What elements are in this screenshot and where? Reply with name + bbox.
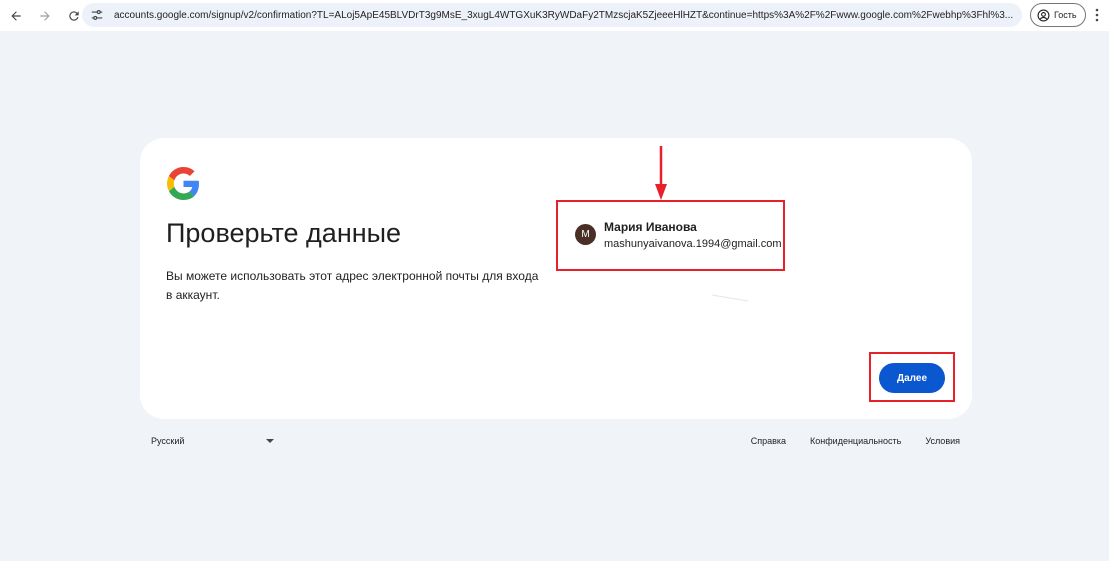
privacy-link[interactable]: Конфиденциальность (810, 436, 901, 446)
footer-links: Справка Конфиденциальность Условия (751, 436, 960, 446)
account-circle-icon (1037, 9, 1050, 21)
page-title: Проверьте данные (166, 218, 402, 248)
decorative-divider (711, 294, 749, 302)
site-settings-icon[interactable] (90, 8, 104, 22)
browser-toolbar: accounts.google.com/signup/v2/confirmati… (0, 0, 1109, 31)
google-logo-icon (167, 167, 199, 200)
page-description: Вы можете использовать этот адрес электр… (166, 269, 539, 302)
account-name: Мария Иванова (604, 220, 697, 234)
url-text: accounts.google.com/signup/v2/confirmati… (114, 9, 1014, 21)
terms-link[interactable]: Условия (925, 436, 960, 446)
guest-profile-button[interactable]: Гость (1030, 3, 1086, 27)
language-label: Русский (151, 436, 185, 446)
footer: Русский Справка Конфиденциальность Услов… (140, 432, 972, 452)
reload-icon (69, 10, 79, 21)
language-select[interactable]: Русский (151, 436, 274, 446)
arrow-right-icon (40, 10, 50, 21)
next-button[interactable]: Далее (879, 363, 945, 393)
more-vert-icon[interactable] (1094, 8, 1100, 22)
avatar: М (575, 224, 596, 245)
account-email: mashunyaivanova.1994@gmail.com (604, 238, 782, 250)
confirmation-card: Проверьте данные Вы можете использовать … (140, 138, 972, 419)
arrow-left-icon (11, 10, 21, 21)
forward-button[interactable] (32, 3, 58, 29)
guest-label: Гость (1054, 10, 1077, 20)
back-button[interactable] (3, 3, 29, 29)
help-link[interactable]: Справка (751, 436, 786, 446)
caret-down-icon (266, 439, 274, 443)
annotation-arrow-icon (655, 146, 667, 200)
account-highlight: М Мария Иванова mashunyaivanova.1994@gma… (556, 200, 785, 271)
address-bar[interactable]: accounts.google.com/signup/v2/confirmati… (82, 3, 1022, 27)
